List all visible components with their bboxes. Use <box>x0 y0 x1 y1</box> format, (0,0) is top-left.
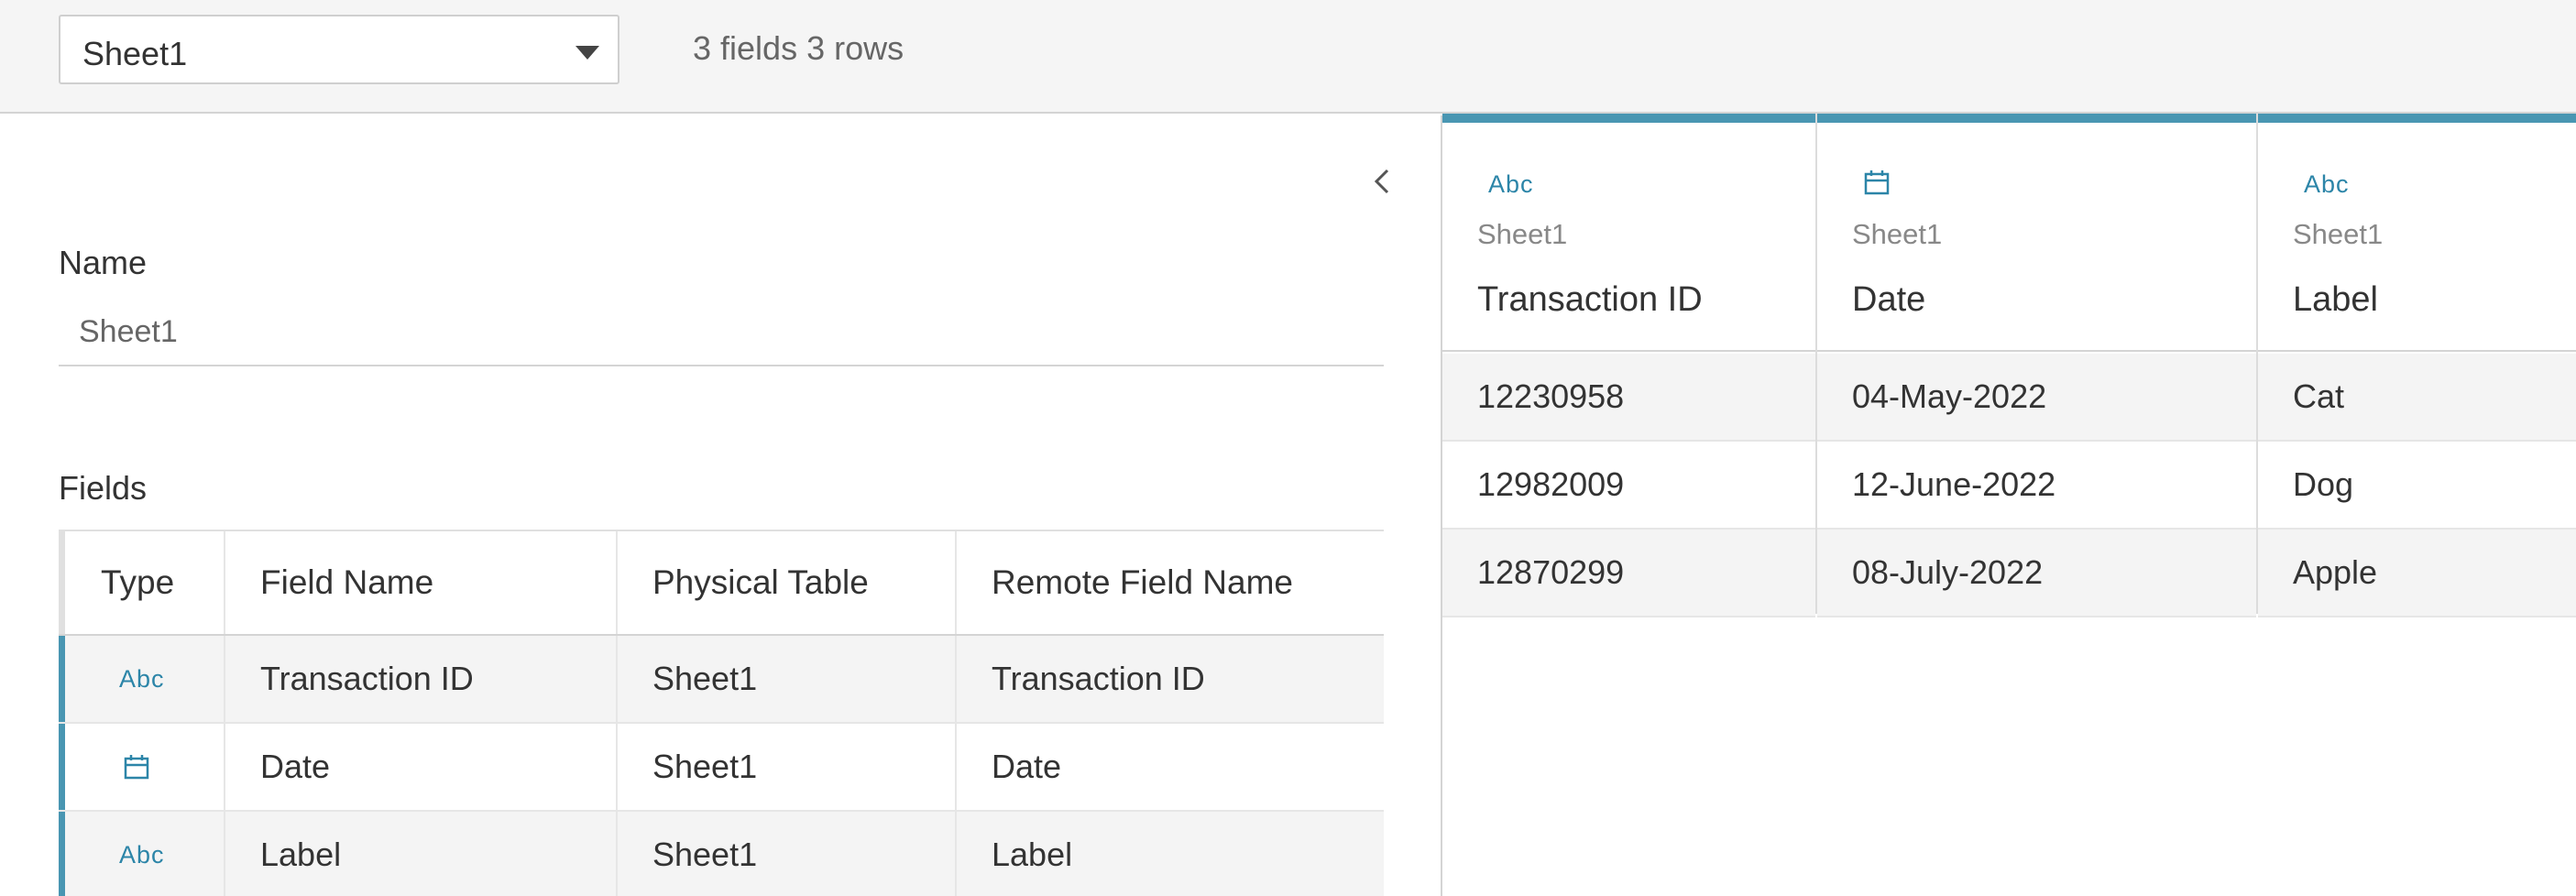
column-header-physical-table[interactable]: Physical Table <box>618 531 957 634</box>
field-name-cell[interactable]: Label <box>225 812 618 896</box>
column-name: Label <box>2293 280 2378 319</box>
calendar-icon[interactable] <box>1863 169 1891 201</box>
fields-rows-summary: 3 fields 3 rows <box>693 29 904 67</box>
grid-cell: 04-May-2022 <box>1817 354 2256 442</box>
chevron-down-icon <box>575 46 599 60</box>
grid-cell: 08-July-2022 <box>1817 530 2256 617</box>
grid-column-transaction-id: Abc Sheet1 Transaction ID 12230958 12982… <box>1442 114 1817 617</box>
physical-table-cell: Sheet1 <box>618 724 957 810</box>
grid-cell: Cat <box>2258 354 2576 442</box>
grid-cell: Dog <box>2258 442 2576 530</box>
column-accent-bar <box>2258 114 2576 123</box>
string-abc-icon: Abc <box>119 840 165 869</box>
sheet-select-dropdown[interactable]: Sheet1 <box>59 15 619 84</box>
string-abc-icon: Abc <box>119 664 165 693</box>
table-row[interactable]: Date Sheet1 Date <box>59 724 1384 812</box>
column-accent-bar <box>1442 114 1815 123</box>
fields-table: Type Field Name Physical Table Remote Fi… <box>59 530 1384 896</box>
column-header-field-name[interactable]: Field Name <box>225 531 618 634</box>
type-cell[interactable] <box>59 724 225 810</box>
physical-table-cell: Sheet1 <box>618 812 957 896</box>
table-row[interactable]: Abc Transaction ID Sheet1 Transaction ID <box>59 636 1384 724</box>
column-accent-bar <box>1817 114 2256 123</box>
type-cell[interactable]: Abc <box>59 636 225 722</box>
column-header-type[interactable]: Type <box>59 531 225 634</box>
type-cell[interactable]: Abc <box>59 812 225 896</box>
grid-column-date: Sheet1 Date 04-May-2022 12-June-2022 08-… <box>1817 114 2258 617</box>
toolbar: Sheet1 3 fields 3 rows <box>0 0 2576 114</box>
name-input[interactable] <box>59 299 1384 366</box>
table-row[interactable]: Abc Label Sheet1 Label <box>59 812 1384 896</box>
grid-column-header[interactable]: Abc Sheet1 Label <box>2258 114 2576 352</box>
sheet-select-value: Sheet1 <box>82 35 188 72</box>
string-abc-icon[interactable]: Abc <box>2304 170 2350 199</box>
column-source: Sheet1 <box>1477 218 1568 250</box>
calendar-icon <box>101 753 150 781</box>
chevron-left-icon <box>1374 169 1389 194</box>
name-label: Name <box>59 244 148 281</box>
data-grid: Abc Sheet1 Transaction ID 12230958 12982… <box>1442 114 2576 896</box>
grid-cell: 12-June-2022 <box>1817 442 2256 530</box>
column-source: Sheet1 <box>2293 218 2384 250</box>
grid-cell: 12982009 <box>1442 442 1815 530</box>
grid-column-label: Abc Sheet1 Label Cat Dog Apple <box>2258 114 2576 617</box>
grid-cell: Apple <box>2258 530 2576 617</box>
column-source: Sheet1 <box>1852 218 1943 250</box>
remote-field-name-cell: Label <box>992 836 1073 873</box>
column-header-remote-field-name[interactable]: Remote Field Name <box>957 531 1384 634</box>
field-name-cell[interactable]: Transaction ID <box>225 636 618 722</box>
grid-cell: 12230958 <box>1442 354 1815 442</box>
grid-column-header[interactable]: Abc Sheet1 Transaction ID <box>1442 114 1815 352</box>
grid-cell: 12870299 <box>1442 530 1815 617</box>
fields-table-header: Type Field Name Physical Table Remote Fi… <box>59 530 1384 636</box>
physical-table-cell: Sheet1 <box>618 636 957 722</box>
fields-label: Fields <box>59 469 148 507</box>
column-name: Transaction ID <box>1477 280 1703 319</box>
details-panel: Name Fields Type Field Name Physical Tab… <box>0 115 1441 896</box>
remote-field-name-cell: Transaction ID <box>992 660 1205 697</box>
column-name: Date <box>1852 280 1926 319</box>
collapse-panel-button[interactable] <box>1365 159 1398 203</box>
grid-column-header[interactable]: Sheet1 Date <box>1817 114 2256 352</box>
string-abc-icon[interactable]: Abc <box>1488 170 1534 199</box>
remote-field-name-cell: Date <box>992 748 1062 785</box>
field-name-cell[interactable]: Date <box>225 724 618 810</box>
